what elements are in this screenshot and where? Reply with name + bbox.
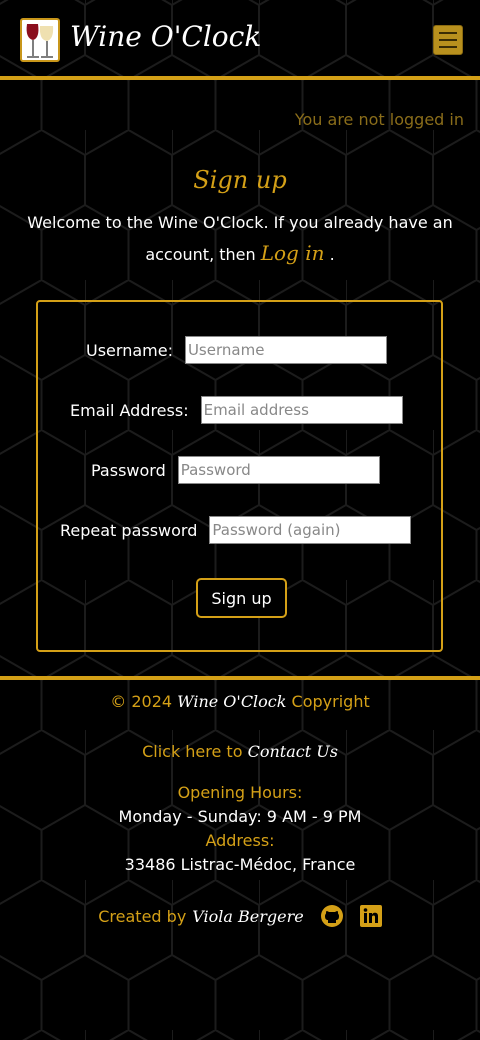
password2-label: Repeat password — [60, 520, 198, 540]
password2-input[interactable] — [209, 516, 412, 544]
contact-line: Click here to Contact Us — [0, 742, 480, 761]
intro-after: . — [324, 245, 335, 264]
copyright-post: Copyright — [286, 692, 370, 711]
github-icon[interactable] — [320, 904, 344, 928]
copyright-pre: © 2024 — [110, 692, 178, 711]
login-link[interactable]: Log in — [261, 241, 325, 265]
intro-text: Welcome to the Wine O'Clock. If you alre… — [20, 208, 460, 270]
contact-pre: Click here to — [142, 742, 248, 761]
address: 33486 Listrac-Médoc, France — [124, 855, 356, 874]
username-label: Username: — [86, 340, 173, 360]
address-label: Address: — [205, 831, 275, 850]
copyright: © 2024 Wine O'Clock Copyright — [0, 692, 480, 711]
signup-form: Username: Email Address: Password Repeat… — [36, 300, 443, 652]
copyright-brand: Wine O'Clock — [177, 692, 287, 711]
intro-before: Welcome to the Wine O'Clock. If you alre… — [27, 213, 453, 264]
brand-name[interactable]: Wine O'Clock — [70, 20, 261, 53]
login-status: You are not logged in — [294, 110, 464, 129]
created-pre: Created by — [98, 906, 187, 926]
password-label: Password — [91, 460, 166, 480]
email-input[interactable] — [200, 396, 403, 424]
password-input[interactable] — [177, 456, 380, 484]
footer: © 2024 Wine O'Clock Copyright Click here… — [0, 676, 480, 927]
signup-button[interactable]: Sign up — [196, 578, 287, 618]
logo-wine-glasses-icon[interactable] — [20, 18, 60, 62]
navbar: Wine O'Clock — [0, 0, 480, 80]
page-title: Sign up — [193, 166, 287, 194]
hours: Monday - Sunday: 9 AM - 9 PM — [118, 807, 362, 826]
credits: Created by Viola Bergere — [0, 904, 480, 928]
linkedin-icon[interactable] — [359, 905, 382, 927]
email-label: Email Address: — [70, 400, 189, 420]
contact-link[interactable]: Contact Us — [248, 742, 338, 761]
hamburger-menu-icon[interactable] — [433, 25, 463, 55]
author-name: Viola Bergere — [192, 906, 304, 926]
username-input[interactable] — [184, 336, 387, 364]
hours-label: Opening Hours: — [177, 783, 303, 802]
